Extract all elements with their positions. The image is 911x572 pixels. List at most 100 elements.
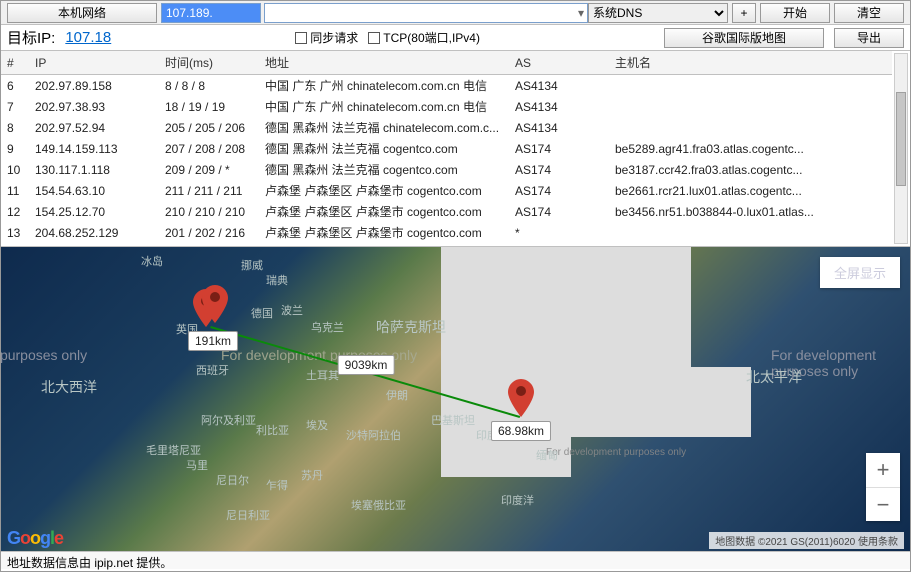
map-credits[interactable]: 地图数据 ©2021 GS(2011)6020 使用条款 bbox=[709, 532, 904, 549]
map-label: 埃塞俄比亚 bbox=[351, 497, 406, 513]
target-ip-link[interactable]: 107.18 bbox=[65, 29, 111, 46]
dev-watermark: For development purposes only bbox=[771, 347, 910, 379]
checkbox-icon bbox=[368, 32, 380, 44]
table-cell: 12 bbox=[1, 201, 29, 222]
start-button[interactable]: 开始 bbox=[760, 3, 830, 23]
map-label: 尼日利亚 bbox=[226, 507, 270, 523]
checkbox-label: 同步请求 bbox=[310, 29, 358, 46]
ip-input-secondary[interactable] bbox=[264, 3, 588, 23]
map-label: 毛里塔尼亚 bbox=[146, 442, 201, 458]
table-cell bbox=[609, 75, 892, 97]
table-row[interactable]: 13204.68.252.129201 / 202 / 216卢森堡 卢森堡区 … bbox=[1, 222, 892, 243]
sync-request-checkbox[interactable]: 同步请求 bbox=[295, 29, 358, 46]
table-cell: AS4134 bbox=[509, 96, 609, 117]
table-cell: * bbox=[509, 222, 609, 243]
table-cell: AS174 bbox=[509, 159, 609, 180]
table-cell: 210 / 210 / 210 bbox=[159, 201, 259, 222]
ip-input-primary[interactable] bbox=[161, 3, 261, 23]
export-button[interactable]: 导出 bbox=[834, 28, 904, 48]
table-cell: 13 bbox=[1, 222, 29, 243]
hops-table-wrapper: # IP 时间(ms) 地址 AS 主机名 6202.97.89.1588 / … bbox=[1, 51, 910, 247]
table-cell: 9 bbox=[1, 138, 29, 159]
table-cell: 卢森堡 卢森堡区 卢森堡市 cogentco.com bbox=[259, 180, 509, 201]
map-label: 挪威 bbox=[241, 257, 263, 273]
table-row[interactable]: 12154.25.12.70210 / 210 / 210卢森堡 卢森堡区 卢森… bbox=[1, 201, 892, 222]
zoom-out-button[interactable]: − bbox=[866, 487, 900, 521]
table-cell: 18 / 19 / 19 bbox=[159, 96, 259, 117]
map-label: 苏丹 bbox=[301, 467, 323, 483]
zoom-control: + − bbox=[866, 453, 900, 521]
table-row[interactable]: 7202.97.38.9318 / 19 / 19中国 广东 广州 chinat… bbox=[1, 96, 892, 117]
table-cell: 8 / 8 / 8 bbox=[159, 75, 259, 97]
col-time[interactable]: 时间(ms) bbox=[159, 51, 259, 75]
col-host[interactable]: 主机名 bbox=[609, 51, 892, 75]
dev-watermark: For development purposes only bbox=[1, 347, 87, 363]
table-row[interactable]: 6202.97.89.1588 / 8 / 8中国 广东 广州 chinatel… bbox=[1, 75, 892, 97]
map-label: 乌克兰 bbox=[311, 319, 344, 335]
map-label: 德国 bbox=[251, 305, 273, 321]
map-label: 尼日尔 bbox=[216, 472, 249, 488]
table-cell: 154.54.63.10 bbox=[29, 180, 159, 201]
table-cell: 202.97.52.94 bbox=[29, 117, 159, 138]
map-label: 马里 bbox=[186, 457, 208, 473]
table-cell: 202.97.89.158 bbox=[29, 75, 159, 97]
sub-bar: 目标IP: 107.18 同步请求 TCP(80端口,IPv4) 谷歌国际版地图… bbox=[1, 25, 910, 51]
map-label: 波兰 bbox=[281, 302, 303, 318]
map-pin-icon[interactable] bbox=[508, 379, 534, 417]
table-cell: 154.25.12.70 bbox=[29, 201, 159, 222]
vertical-scrollbar[interactable] bbox=[894, 53, 908, 244]
table-cell: be3456.nr51.b038844-0.lux01.atlas... bbox=[609, 201, 892, 222]
table-cell bbox=[609, 96, 892, 117]
col-as[interactable]: AS bbox=[509, 51, 609, 75]
status-bar: 地址数据信息由 ipip.net 提供。 bbox=[1, 551, 910, 569]
map-view[interactable]: For development purposes only For develo… bbox=[1, 247, 910, 551]
table-row[interactable]: 8202.97.52.94205 / 205 / 206德国 黑森州 法兰克福 … bbox=[1, 117, 892, 138]
table-cell: 德国 黑森州 法兰克福 cogentco.com bbox=[259, 138, 509, 159]
map-pin-icon[interactable] bbox=[202, 285, 228, 323]
table-cell: 201 / 202 / 216 bbox=[159, 222, 259, 243]
tcp-checkbox[interactable]: TCP(80端口,IPv4) bbox=[368, 29, 480, 46]
dns-select[interactable]: 系统DNS bbox=[588, 3, 728, 23]
map-label-atlantic: 北大西洋 bbox=[41, 377, 97, 397]
distance-label-mid: 9039km bbox=[338, 355, 395, 375]
table-cell: AS4134 bbox=[509, 117, 609, 138]
google-logo: Google bbox=[7, 528, 63, 549]
map-label: 土耳其 bbox=[306, 367, 339, 383]
map-label: 利比亚 bbox=[256, 422, 289, 438]
google-map-button[interactable]: 谷歌国际版地图 bbox=[664, 28, 824, 48]
zoom-in-button[interactable]: + bbox=[866, 453, 900, 487]
table-cell: 7 bbox=[1, 96, 29, 117]
map-label: 埃及 bbox=[306, 417, 328, 433]
table-row[interactable]: 10130.117.1.118209 / 209 / *德国 黑森州 法兰克福 … bbox=[1, 159, 892, 180]
map-label: 印度洋 bbox=[501, 492, 534, 508]
clear-button[interactable]: 清空 bbox=[834, 3, 904, 23]
hops-table: # IP 时间(ms) 地址 AS 主机名 6202.97.89.1588 / … bbox=[1, 51, 892, 247]
table-cell: AS174 bbox=[509, 201, 609, 222]
col-ip[interactable]: IP bbox=[29, 51, 159, 75]
table-cell: 德国 黑森州 法兰克福 cogentco.com bbox=[259, 159, 509, 180]
table-cell: be3187.ccr42.fra03.atlas.cogentc... bbox=[609, 159, 892, 180]
table-header-row: # IP 时间(ms) 地址 AS 主机名 bbox=[1, 51, 892, 75]
fullscreen-button[interactable]: 全屏显示 bbox=[820, 257, 900, 288]
plus-button[interactable]: + bbox=[732, 3, 756, 23]
map-label: 伊朗 bbox=[386, 387, 408, 403]
local-network-button[interactable]: 本机网络 bbox=[7, 3, 157, 23]
target-ip-label: 目标IP: bbox=[7, 27, 55, 48]
scrollbar-thumb[interactable] bbox=[896, 92, 906, 187]
table-cell: 10 bbox=[1, 159, 29, 180]
table-cell: 卢森堡 卢森堡区 卢森堡市 cogentco.com bbox=[259, 222, 509, 243]
table-cell: 11 bbox=[1, 180, 29, 201]
table-row[interactable]: 11154.54.63.10211 / 211 / 211卢森堡 卢森堡区 卢森… bbox=[1, 180, 892, 201]
table-cell: 中国 广东 广州 chinatelecom.com.cn 电信 bbox=[259, 96, 509, 117]
col-num[interactable]: # bbox=[1, 51, 29, 75]
table-cell: 8 bbox=[1, 117, 29, 138]
table-cell: 中国 广东 广州 chinatelecom.com.cn 电信 bbox=[259, 75, 509, 97]
table-cell: 211 / 211 / 211 bbox=[159, 180, 259, 201]
distance-label-a: 191km bbox=[188, 331, 238, 351]
table-row[interactable]: 9149.14.159.113207 / 208 / 208德国 黑森州 法兰克… bbox=[1, 138, 892, 159]
status-text: 地址数据信息由 ipip.net 提供。 bbox=[7, 556, 172, 570]
distance-label-b: 68.98km bbox=[491, 421, 551, 441]
col-loc[interactable]: 地址 bbox=[259, 51, 509, 75]
table-cell: 202.97.38.93 bbox=[29, 96, 159, 117]
table-cell: AS4134 bbox=[509, 75, 609, 97]
